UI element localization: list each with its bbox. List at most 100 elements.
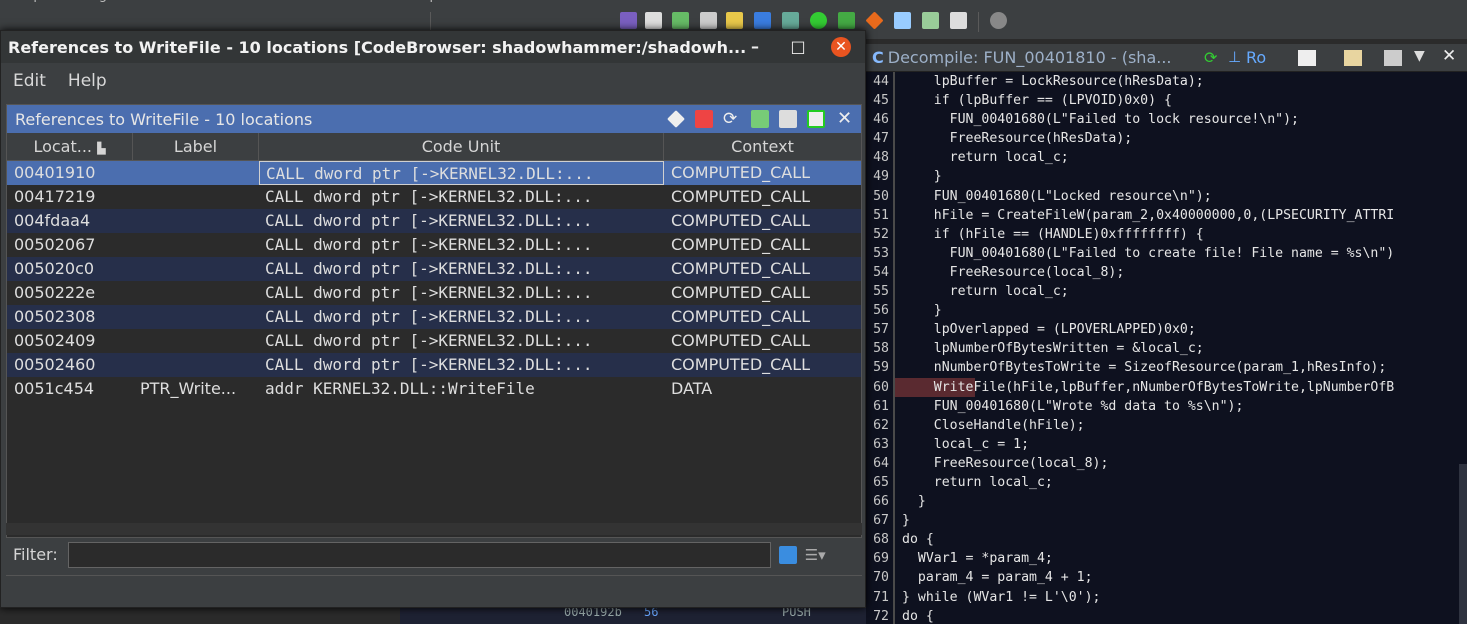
menu-edit[interactable]: Edit xyxy=(13,71,46,91)
code-text[interactable]: FreeResource(hResData); xyxy=(895,129,1133,148)
code-text[interactable]: WVar1 = *param_4; xyxy=(895,549,1053,568)
code-text[interactable]: nNumberOfBytesToWrite = SizeofResource(p… xyxy=(895,358,1387,377)
toolbar-tool-icon[interactable] xyxy=(922,12,939,29)
maximize-button[interactable]: □ xyxy=(788,37,808,57)
snapshot-icon[interactable] xyxy=(1384,50,1402,66)
filter-options-icon[interactable] xyxy=(778,545,797,564)
code-text[interactable]: if (lpBuffer == (LPVOID)0x0) { xyxy=(895,91,1172,110)
toolbar-tool-icon[interactable] xyxy=(894,12,911,29)
code-line: 49 } xyxy=(866,167,1467,187)
cell-context: COMPUTED_CALL xyxy=(671,307,811,326)
code-line: 48 return local_c; xyxy=(866,148,1467,168)
column-location[interactable]: Locat... ▙ xyxy=(7,133,133,160)
code-text[interactable]: do { xyxy=(895,607,934,624)
table-row[interactable]: 00417219 CALL dword ptr [->KERNEL32.DLL:.… xyxy=(7,185,861,209)
table-row[interactable]: 00401910 CALL dword ptr [->KERNEL32.DLL:.… xyxy=(7,161,861,185)
close-button[interactable]: ✕ xyxy=(831,37,851,57)
code-text[interactable]: FUN_00401680(L"Wrote %d data to %s\n"); xyxy=(895,397,1244,416)
code-text[interactable]: FUN_00401680(L"Failed to lock resource!\… xyxy=(895,110,1299,129)
toolbar-tool-icon[interactable] xyxy=(865,11,884,30)
select-icon[interactable] xyxy=(807,110,825,128)
code-text[interactable]: } while (WVar1 != L'\0'); xyxy=(895,588,1101,607)
line-number: 61 xyxy=(873,398,889,414)
toolbar-tool-icon[interactable] xyxy=(950,12,967,29)
code-text[interactable]: FUN_00401680(L"Failed to create file! Fi… xyxy=(895,244,1395,263)
toolbar-tool-icon[interactable] xyxy=(672,12,689,29)
toolbar-tool-icon[interactable] xyxy=(645,12,662,29)
export-icon[interactable] xyxy=(779,110,797,128)
line-number: 59 xyxy=(873,360,889,376)
code-text[interactable]: WriteFile(hFile,lpBuffer,nNumberOfBytesT… xyxy=(895,377,1395,397)
table-row[interactable]: 0050222e CALL dword ptr [->KERNEL32.DLL:.… xyxy=(7,281,861,305)
code-text[interactable]: CloseHandle(hFile); xyxy=(895,416,1085,435)
graph-icon[interactable]: ⊥ xyxy=(1228,48,1241,66)
toolbar-tool-icon[interactable] xyxy=(838,12,855,29)
table-row[interactable]: 00502067 CALL dword ptr [->KERNEL32.DLL:.… xyxy=(7,233,861,257)
code-text[interactable]: lpNumberOfBytesWritten = &local_c; xyxy=(895,339,1204,358)
menu-help[interactable]: Help xyxy=(68,71,107,91)
cell-context: COMPUTED_CALL xyxy=(671,187,811,206)
vertical-scrollbar[interactable] xyxy=(1459,464,1467,624)
references-panel: References to WriteFile - 10 locations ⟳… xyxy=(6,104,862,550)
code-text[interactable]: FreeResource(local_8); xyxy=(895,454,1109,473)
code-text[interactable]: } xyxy=(895,511,910,530)
toolbar-tool-icon[interactable] xyxy=(700,12,717,29)
toolbar-tool-icon[interactable] xyxy=(990,12,1007,29)
code-text[interactable]: return local_c; xyxy=(895,473,1053,492)
code-line: 57 lpOverlapped = (LPOVERLAPPED)0x0; xyxy=(866,320,1467,340)
copy-icon[interactable] xyxy=(1298,50,1316,66)
code-line: 66 } xyxy=(866,492,1467,512)
toolbar-tool-icon[interactable] xyxy=(620,12,637,29)
code-text[interactable]: } xyxy=(895,301,942,320)
menu-caret-icon[interactable]: ▼ xyxy=(1414,48,1425,64)
code-text[interactable]: if (hFile == (HANDLE)0xffffffff) { xyxy=(895,225,1204,244)
table-row[interactable]: 005020c0 CALL dword ptr [->KERNEL32.DLL:.… xyxy=(7,257,861,281)
refresh-icon[interactable]: ⟳ xyxy=(1204,48,1217,67)
home-icon[interactable] xyxy=(695,110,713,128)
minimize-button[interactable]: – xyxy=(745,37,765,57)
code-text[interactable]: } xyxy=(895,167,942,186)
tag-icon[interactable] xyxy=(667,110,685,128)
run-icon[interactable] xyxy=(810,12,827,29)
filter-input[interactable] xyxy=(67,541,771,568)
code-text[interactable]: lpBuffer = LockResource(hResData); xyxy=(895,72,1204,91)
code-text[interactable]: local_c = 1; xyxy=(895,435,1029,454)
line-number: 72 xyxy=(873,608,889,624)
code-text[interactable]: return local_c; xyxy=(895,282,1069,301)
dialog-titlebar[interactable]: References to WriteFile - 10 locations [… xyxy=(1,31,865,63)
code-text[interactable]: FUN_00401680(L"Locked resource\n"); xyxy=(895,187,1212,206)
column-code-unit[interactable]: Code Unit xyxy=(259,133,664,160)
code-text[interactable]: hFile = CreateFileW(param_2,0x40000000,0… xyxy=(895,206,1395,225)
line-number: 66 xyxy=(873,494,889,510)
horizontal-scrollbar[interactable] xyxy=(6,523,862,535)
column-label[interactable]: Label xyxy=(133,133,259,160)
code-text[interactable]: FreeResource(local_8); xyxy=(895,263,1125,282)
table-row[interactable]: 0051c454 PTR_Write... addr KERNEL32.DLL::W… xyxy=(7,377,861,401)
cell-context: COMPUTED_CALL xyxy=(671,235,811,254)
decompiled-code[interactable]: 44 lpBuffer = LockResource(hResData); 45 … xyxy=(866,72,1467,624)
line-number: 47 xyxy=(873,131,889,147)
table-row[interactable]: 004fdaa4 CALL dword ptr [->KERNEL32.DLL:.… xyxy=(7,209,861,233)
code-text[interactable]: } xyxy=(895,492,926,511)
refresh-icon[interactable]: ⟳ xyxy=(723,110,741,128)
edit-icon[interactable] xyxy=(1344,50,1362,66)
close-icon[interactable]: ✕ xyxy=(837,110,855,128)
line-number: 51 xyxy=(873,207,889,223)
table-row[interactable]: 00502308 CALL dword ptr [->KERNEL32.DLL:.… xyxy=(7,305,861,329)
toolbar-tool-icon[interactable] xyxy=(754,12,771,29)
code-text[interactable]: do { xyxy=(895,530,934,549)
table-row[interactable]: 00502409 CALL dword ptr [->KERNEL32.DLL:.… xyxy=(7,329,861,353)
code-text[interactable]: lpOverlapped = (LPOVERLAPPED)0x0; xyxy=(895,320,1196,339)
close-icon[interactable]: ✕ xyxy=(1442,46,1456,66)
toolbar-tool-icon[interactable] xyxy=(726,12,743,29)
table-row[interactable]: 00502460 CALL dword ptr [->KERNEL32.DLL:.… xyxy=(7,353,861,377)
read-only-toggle[interactable]: Ro xyxy=(1246,48,1266,67)
filter-label: Filter: xyxy=(13,545,58,564)
filter-settings-icon[interactable]: ☰▾ xyxy=(805,546,826,564)
code-line: 70 param_4 = param_4 + 1; xyxy=(866,568,1467,588)
code-text[interactable]: param_4 = param_4 + 1; xyxy=(895,568,1093,587)
code-text[interactable]: return local_c; xyxy=(895,148,1069,167)
list-icon[interactable] xyxy=(751,110,769,128)
toolbar-tool-icon[interactable] xyxy=(782,12,799,29)
column-context[interactable]: Context xyxy=(664,133,861,160)
